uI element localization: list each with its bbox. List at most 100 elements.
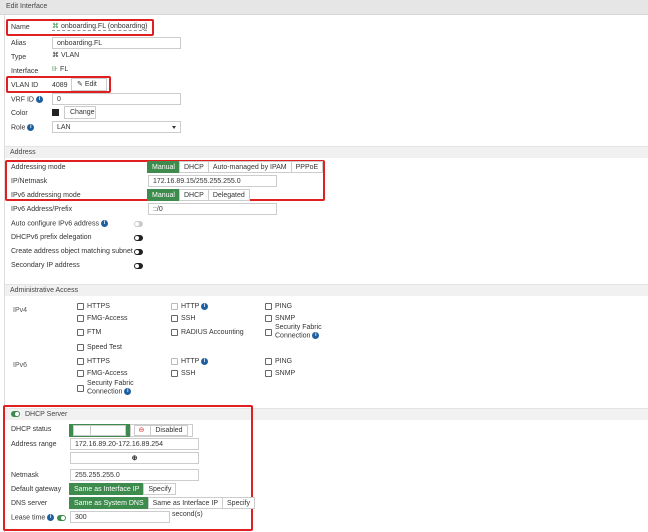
interface-label: Interface [11, 68, 39, 75]
ipv6-prefix-input[interactable]: ::/0 [148, 203, 277, 215]
ipv6-mode-label: IPv6 addressing mode [11, 192, 81, 199]
name-value[interactable]: ⌘ onboarding.FL (onboarding) [52, 22, 148, 31]
address-range-input[interactable]: 172.16.89.20-172.16.89.254 [70, 438, 199, 450]
info-icon[interactable]: i [201, 357, 209, 365]
edit-vlan-button[interactable]: ✎ Edit [71, 78, 107, 91]
vlan-icon: ⌘ [52, 52, 61, 59]
color-swatch [52, 109, 59, 116]
chevron-down-icon [172, 126, 176, 129]
ipv6-ssh-checkbox[interactable]: SSH [171, 369, 195, 378]
pencil-icon: ✎ [77, 81, 85, 88]
role-label: Role i [11, 124, 35, 131]
ipv6-http-checkbox[interactable]: HTTP i [171, 357, 209, 366]
name-label: Name [11, 24, 30, 31]
ipv4-http-checkbox[interactable]: HTTP i [171, 302, 209, 311]
ipv4-speedtest-checkbox[interactable]: Speed Test [77, 343, 122, 352]
info-icon[interactable]: i [27, 124, 35, 131]
ipv4-radius-checkbox[interactable]: RADIUS Accounting [171, 328, 244, 337]
gateway-group: Same as Interface IP Specify [69, 483, 177, 495]
ipv4-ssh-checkbox[interactable]: SSH [171, 314, 195, 323]
secondary-ip-toggle[interactable] [134, 263, 143, 269]
netmask-input[interactable]: 255.255.255.0 [70, 469, 199, 481]
ipv6-mode-dhcp[interactable]: DHCP [178, 189, 209, 201]
ip-netmask-input[interactable]: 172.16.89.15/255.255.255.0 [148, 175, 277, 187]
ipv4-fabric-checkbox[interactable]: Security Fabric Connection i [265, 324, 322, 340]
create-address-toggle[interactable] [134, 249, 143, 255]
mode-manual[interactable]: Manual [147, 161, 180, 173]
mode-dhcp[interactable]: DHCP [178, 161, 209, 173]
ipv6-https-checkbox[interactable]: HTTPS [77, 357, 110, 366]
plus-icon: ⊕ [131, 455, 138, 462]
info-icon[interactable]: i [201, 302, 209, 310]
dhcp-status-label: DHCP status [11, 426, 52, 433]
vrf-id-label: VRF ID i [11, 96, 43, 103]
secondary-ip-label: Secondary IP address [11, 262, 80, 269]
addressing-mode-group: Manual DHCP Auto-managed by IPAM PPPoE [147, 161, 324, 173]
dns-same-interface[interactable]: Same as Interface IP [147, 497, 224, 509]
auto-ipv6-toggle[interactable] [134, 221, 143, 227]
info-icon[interactable]: i [312, 332, 320, 339]
address-range-label: Address range [11, 441, 57, 448]
lease-time-unit: second(s) [172, 511, 203, 518]
ip-netmask-label: IP/Netmask [11, 178, 48, 185]
dhcpv6-label: DHCPv6 prefix delegation [11, 234, 92, 241]
ipv4-ftm-checkbox[interactable]: FTM [77, 328, 101, 337]
ipv4-ping-checkbox[interactable]: PING [265, 302, 292, 311]
add-range-button[interactable]: ⊕ [70, 452, 199, 464]
vlan-id-label: VLAN ID [11, 82, 39, 89]
auto-ipv6-label: Auto configure IPv6 address i [11, 220, 108, 227]
dhcp-disabled-button[interactable]: ⊖ Disabled [129, 424, 193, 437]
color-label: Color [11, 110, 28, 117]
create-address-label: Create address object matching subnet [11, 248, 133, 255]
info-icon[interactable]: i [35, 96, 43, 103]
alias-input[interactable]: onboarding.FL [52, 37, 181, 49]
change-color-button[interactable]: Change [64, 106, 96, 119]
ipv4-snmp-checkbox[interactable]: SNMP [265, 314, 295, 323]
ipv6-ping-checkbox[interactable]: PING [265, 357, 292, 366]
ipv6-label: IPv6 [13, 362, 28, 369]
vlan-id-value: 4089 [52, 82, 68, 89]
ipv4-label: IPv4 [13, 307, 28, 314]
ipv6-mode-group: Manual DHCP Delegated [147, 189, 250, 201]
port-icon: ⊪ [52, 66, 61, 73]
info-icon[interactable]: i [124, 388, 132, 395]
lease-time-toggle[interactable] [57, 515, 66, 521]
default-gateway-label: Default gateway [11, 486, 62, 493]
dns-specify[interactable]: Specify [222, 497, 255, 509]
netmask-label: Netmask [11, 472, 39, 479]
ipv6-prefix-label: IPv6 Address/Prefix [11, 206, 73, 213]
type-label: Type [11, 54, 27, 61]
plus-circle-icon: ⊕ [73, 425, 91, 436]
ipv4-fmg-checkbox[interactable]: FMG-Access [77, 314, 127, 323]
mode-pppoe[interactable]: PPPoE [290, 161, 324, 173]
interface-value: ⊪ FL [52, 66, 69, 73]
admin-access-header: Administrative Access [5, 284, 648, 296]
dhcpv6-toggle[interactable] [134, 235, 143, 241]
gateway-same-interface[interactable]: Same as Interface IP [69, 483, 145, 495]
dns-group: Same as System DNS Same as Interface IP … [69, 497, 255, 509]
ipv6-mode-manual[interactable]: Manual [147, 189, 180, 201]
ipv6-mode-delegated[interactable]: Delegated [207, 189, 250, 201]
ipv6-snmp-checkbox[interactable]: SNMP [265, 369, 295, 378]
minus-circle-icon: ⊖ [133, 425, 152, 436]
vlan-icon: ⌘ [52, 23, 61, 30]
type-value: ⌘ VLAN [52, 52, 80, 59]
dns-server-label: DNS server [11, 500, 48, 507]
ipv6-fabric-checkbox[interactable]: Security Fabric Connection i [77, 380, 134, 396]
ipv4-https-checkbox[interactable]: HTTPS [77, 302, 110, 311]
alias-label: Alias [11, 40, 27, 47]
addressing-mode-label: Addressing mode [11, 164, 66, 171]
ipv6-fmg-checkbox[interactable]: FMG-Access [77, 369, 127, 378]
gateway-specify[interactable]: Specify [143, 483, 177, 495]
info-icon[interactable]: i [100, 220, 108, 227]
lease-time-input[interactable]: 300 [70, 511, 170, 523]
dhcp-status-group: ⊕ Enabled ⊖ Disabled [69, 424, 193, 437]
info-icon[interactable]: i [47, 514, 55, 521]
vrf-id-input[interactable]: 0 [52, 93, 181, 105]
dhcp-enabled-button[interactable]: ⊕ Enabled [69, 424, 131, 437]
role-select[interactable]: LAN [52, 121, 181, 133]
lease-time-label: Lease time i [11, 514, 55, 521]
mode-ipam[interactable]: Auto-managed by IPAM [207, 161, 292, 173]
dns-same-system[interactable]: Same as System DNS [69, 497, 149, 509]
dialog-title: Edit Interface [0, 0, 648, 15]
